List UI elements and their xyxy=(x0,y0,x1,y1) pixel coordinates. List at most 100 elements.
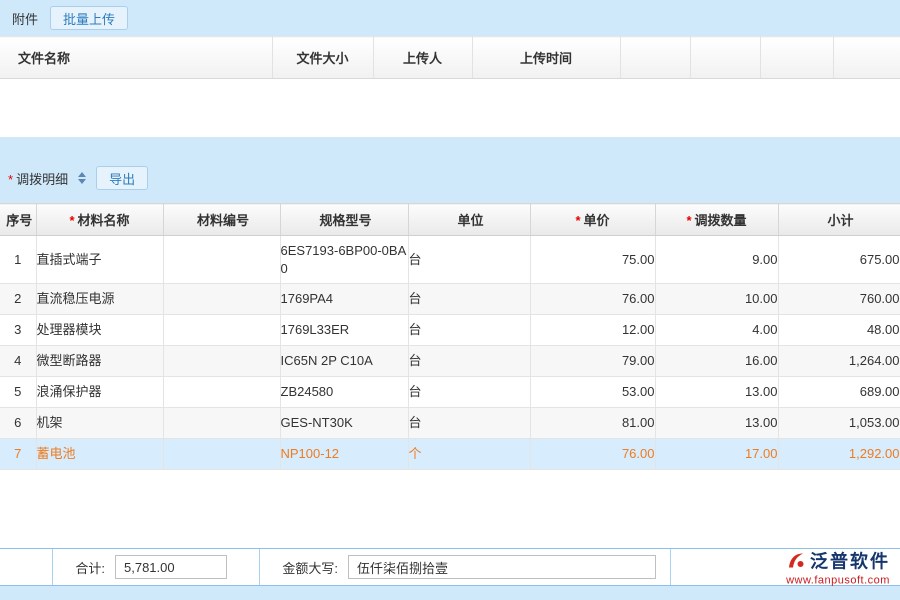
divider xyxy=(670,549,671,585)
table-row[interactable]: 2 直流稳压电源 1769PA4 台 76.00 10.00 760.00 xyxy=(0,284,900,315)
attachment-header-empty xyxy=(833,37,900,79)
col-header-transfer-qty: *调拨数量 xyxy=(655,204,778,236)
cell-subtotal: 689.00 xyxy=(778,377,900,408)
cell-spec-model: 6ES7193-6BP00-0BA0 xyxy=(280,236,408,284)
fanpu-logo-link[interactable]: 泛普软件 www.fanpusoft.com xyxy=(786,548,890,587)
cell-material-name: 直流稳压电源 xyxy=(36,284,163,315)
cell-no: 5 xyxy=(0,377,36,408)
cell-transfer-qty: 13.00 xyxy=(655,408,778,439)
cell-unit: 台 xyxy=(408,377,530,408)
cell-transfer-qty: 10.00 xyxy=(655,284,778,315)
cell-spec-model: 1769PA4 xyxy=(280,284,408,315)
detail-table: 序号 *材料名称 材料编号 规格型号 单位 *单价 *调拨数量 小计 1 直插式… xyxy=(0,203,900,470)
sort-down-icon xyxy=(78,179,86,184)
table-row-selected[interactable]: 7 蓄电池 NP100-12 个 76.00 17.00 1,292.00 xyxy=(0,439,900,470)
cell-material-code xyxy=(163,236,280,284)
cell-unit: 台 xyxy=(408,236,530,284)
cell-subtotal: 1,264.00 xyxy=(778,346,900,377)
table-row[interactable]: 6 机架 GES-NT30K 台 81.00 13.00 1,053.00 xyxy=(0,408,900,439)
cell-unit-price: 81.00 xyxy=(530,408,655,439)
cell-material-code xyxy=(163,284,280,315)
cell-unit-price: 76.00 xyxy=(530,439,655,470)
table-row[interactable]: 5 浪涌保护器 ZB24580 台 53.00 13.00 689.00 xyxy=(0,377,900,408)
cell-material-code xyxy=(163,439,280,470)
attachment-header-empty xyxy=(620,37,690,79)
col-header-spec-model: 规格型号 xyxy=(280,204,408,236)
col-header-subtotal: 小计 xyxy=(778,204,900,236)
cell-unit: 个 xyxy=(408,439,530,470)
cell-material-code xyxy=(163,377,280,408)
export-button[interactable]: 导出 xyxy=(96,166,148,190)
cell-material-code xyxy=(163,315,280,346)
sort-up-icon xyxy=(78,172,86,177)
cell-no: 1 xyxy=(0,236,36,284)
cell-transfer-qty: 4.00 xyxy=(655,315,778,346)
cell-material-name: 机架 xyxy=(36,408,163,439)
table-row[interactable]: 4 微型断路器 IC65N 2P C10A 台 79.00 16.00 1,26… xyxy=(0,346,900,377)
attachment-header-filesize: 文件大小 xyxy=(272,37,373,79)
table-row[interactable]: 1 直插式端子 6ES7193-6BP00-0BA0 台 75.00 9.00 … xyxy=(0,236,900,284)
cell-transfer-qty: 13.00 xyxy=(655,377,778,408)
cell-spec-model: ZB24580 xyxy=(280,377,408,408)
attachment-header-empty xyxy=(690,37,760,79)
detail-header-row: 序号 *材料名称 材料编号 规格型号 单位 *单价 *调拨数量 小计 xyxy=(0,204,900,236)
col-header-material-code: 材料编号 xyxy=(163,204,280,236)
detail-title: *调拨明细 xyxy=(8,169,68,188)
cell-material-name: 蓄电池 xyxy=(36,439,163,470)
cell-spec-model: 1769L33ER xyxy=(280,315,408,346)
cell-unit-price: 12.00 xyxy=(530,315,655,346)
cell-unit: 台 xyxy=(408,346,530,377)
table-row[interactable]: 3 处理器模块 1769L33ER 台 12.00 4.00 48.00 xyxy=(0,315,900,346)
cell-material-code xyxy=(163,408,280,439)
cell-material-name: 微型断路器 xyxy=(36,346,163,377)
batch-upload-button[interactable]: 批量上传 xyxy=(50,6,128,30)
fanpu-logo-url: www.fanpusoft.com xyxy=(786,575,890,587)
cell-unit-price: 79.00 xyxy=(530,346,655,377)
col-header-unit: 单位 xyxy=(408,204,530,236)
cell-no: 2 xyxy=(0,284,36,315)
cell-no: 3 xyxy=(0,315,36,346)
attachment-header-filename: 文件名称 xyxy=(0,37,272,79)
cell-unit: 台 xyxy=(408,284,530,315)
cell-unit-price: 53.00 xyxy=(530,377,655,408)
cell-subtotal: 1,292.00 xyxy=(778,439,900,470)
required-mark: * xyxy=(8,172,13,187)
total-value-input[interactable] xyxy=(115,555,227,579)
attachment-table: 文件名称 文件大小 上传人 上传时间 xyxy=(0,36,900,79)
col-header-no: 序号 xyxy=(0,204,36,236)
cell-material-code xyxy=(163,346,280,377)
cell-no: 6 xyxy=(0,408,36,439)
fanpu-logo-name: 泛普软件 xyxy=(810,548,890,574)
empty-area xyxy=(0,470,900,548)
cell-unit-price: 76.00 xyxy=(530,284,655,315)
attachment-empty-body xyxy=(0,79,900,137)
attachment-header-row: 文件名称 文件大小 上传人 上传时间 xyxy=(0,37,900,79)
cell-transfer-qty: 16.00 xyxy=(655,346,778,377)
cell-transfer-qty: 9.00 xyxy=(655,236,778,284)
cell-subtotal: 760.00 xyxy=(778,284,900,315)
amount-words-label: 金额大写: xyxy=(260,558,344,577)
cell-subtotal: 48.00 xyxy=(778,315,900,346)
fanpu-logo-icon xyxy=(786,551,806,571)
cell-spec-model: IC65N 2P C10A xyxy=(280,346,408,377)
attachment-header-uploadtime: 上传时间 xyxy=(472,37,620,79)
cell-unit-price: 75.00 xyxy=(530,236,655,284)
amount-words-input[interactable] xyxy=(348,555,656,579)
cell-spec-model: GES-NT30K xyxy=(280,408,408,439)
cell-no: 7 xyxy=(0,439,36,470)
cell-material-name: 浪涌保护器 xyxy=(36,377,163,408)
cell-unit: 台 xyxy=(408,408,530,439)
summary-bar: 合计: 金额大写: 泛普软件 www.fanpusoft.com xyxy=(0,548,900,586)
col-header-material-name: *材料名称 xyxy=(36,204,163,236)
attachment-header-uploader: 上传人 xyxy=(373,37,472,79)
attachment-header-empty xyxy=(760,37,833,79)
cell-spec-model: NP100-12 xyxy=(280,439,408,470)
cell-subtotal: 675.00 xyxy=(778,236,900,284)
cell-no: 4 xyxy=(0,346,36,377)
cell-subtotal: 1,053.00 xyxy=(778,408,900,439)
cell-transfer-qty: 17.00 xyxy=(655,439,778,470)
total-label: 合计: xyxy=(53,558,111,577)
cell-material-name: 处理器模块 xyxy=(36,315,163,346)
cell-unit: 台 xyxy=(408,315,530,346)
sort-toggle-icon[interactable] xyxy=(76,170,88,186)
